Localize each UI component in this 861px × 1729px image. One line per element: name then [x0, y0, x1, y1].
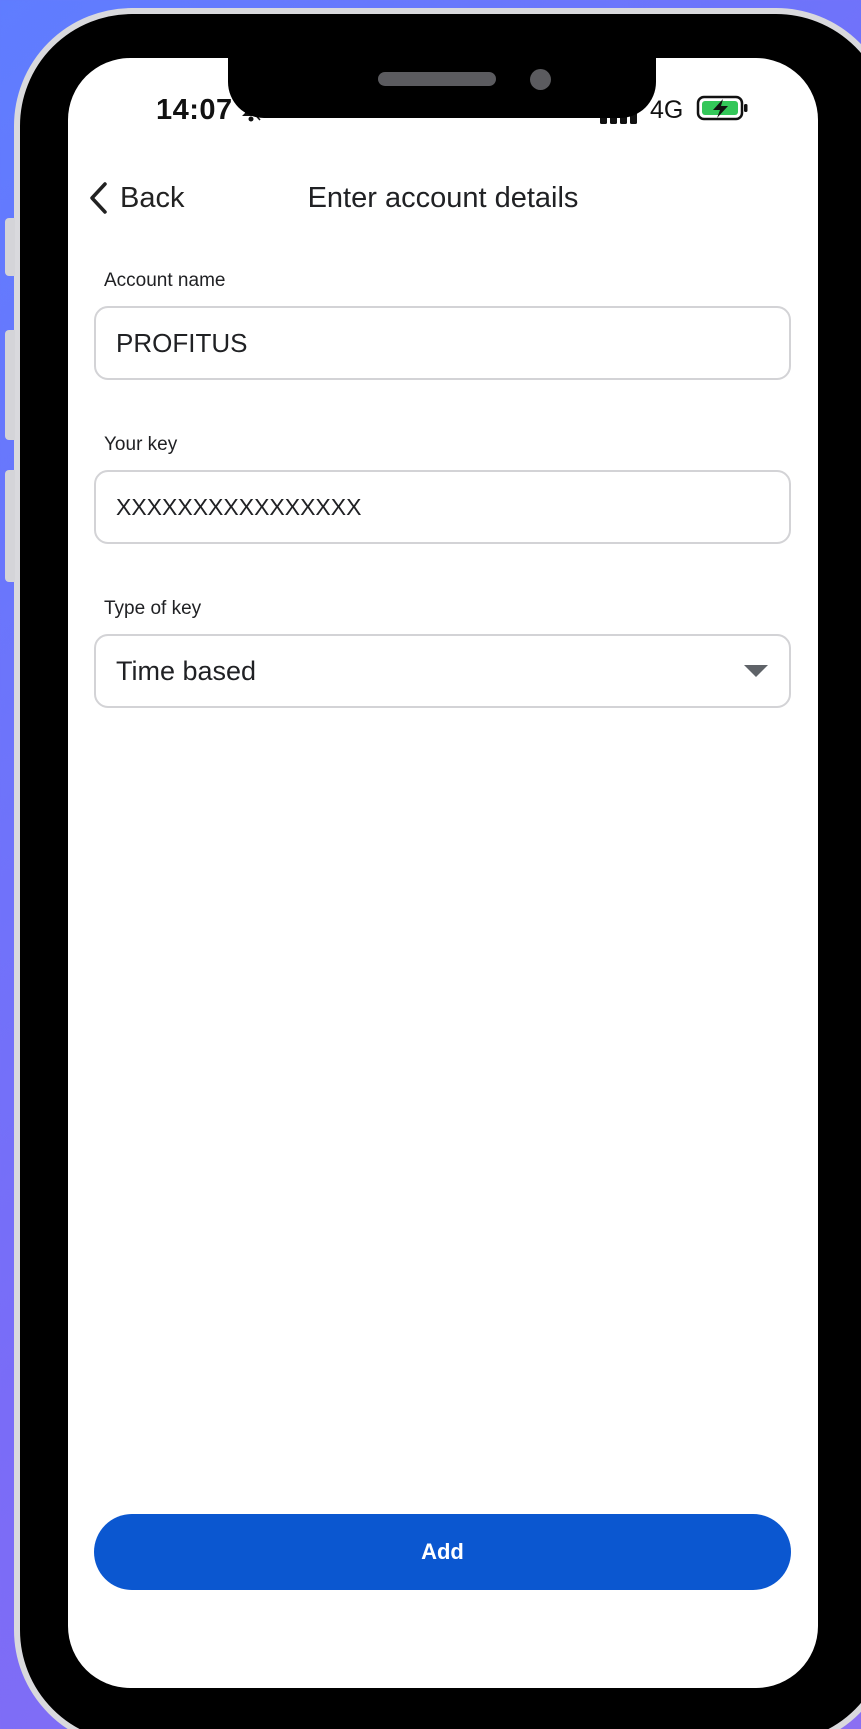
key-label: Your key [104, 434, 178, 455]
phone-notch [228, 58, 656, 118]
speaker-grille [378, 72, 496, 86]
chevron-left-icon [90, 182, 107, 214]
network-type: 4G [650, 96, 684, 124]
battery-charging-icon [696, 95, 748, 121]
navigation-bar: Back Enter account details [68, 168, 818, 228]
account-name-label: Account name [104, 270, 226, 291]
key-type-select[interactable]: Time based [94, 634, 791, 708]
key-input[interactable] [116, 493, 769, 521]
phone-side-button-volume-up [5, 330, 15, 440]
app-screen: 14:07 4G Back Enter account details Acco… [68, 58, 818, 1688]
caret-down-icon [744, 665, 768, 677]
status-time: 14:07 [156, 94, 233, 126]
back-button[interactable]: Back [86, 168, 184, 228]
key-type-selected-value: Time based [116, 655, 257, 686]
phone-side-button-volume-down [5, 470, 15, 582]
account-name-input[interactable] [116, 327, 769, 359]
account-name-box[interactable] [94, 306, 791, 380]
key-field: Your key [94, 430, 791, 544]
account-name-field: Account name [94, 266, 791, 380]
back-button-label: Back [120, 181, 185, 214]
key-type-label: Type of key [104, 598, 202, 619]
add-button[interactable]: Add [94, 1514, 791, 1590]
phone-side-button-silent [5, 218, 15, 276]
front-camera [530, 69, 551, 90]
key-box[interactable] [94, 470, 791, 544]
key-type-field: Type of key Time based [94, 594, 791, 708]
